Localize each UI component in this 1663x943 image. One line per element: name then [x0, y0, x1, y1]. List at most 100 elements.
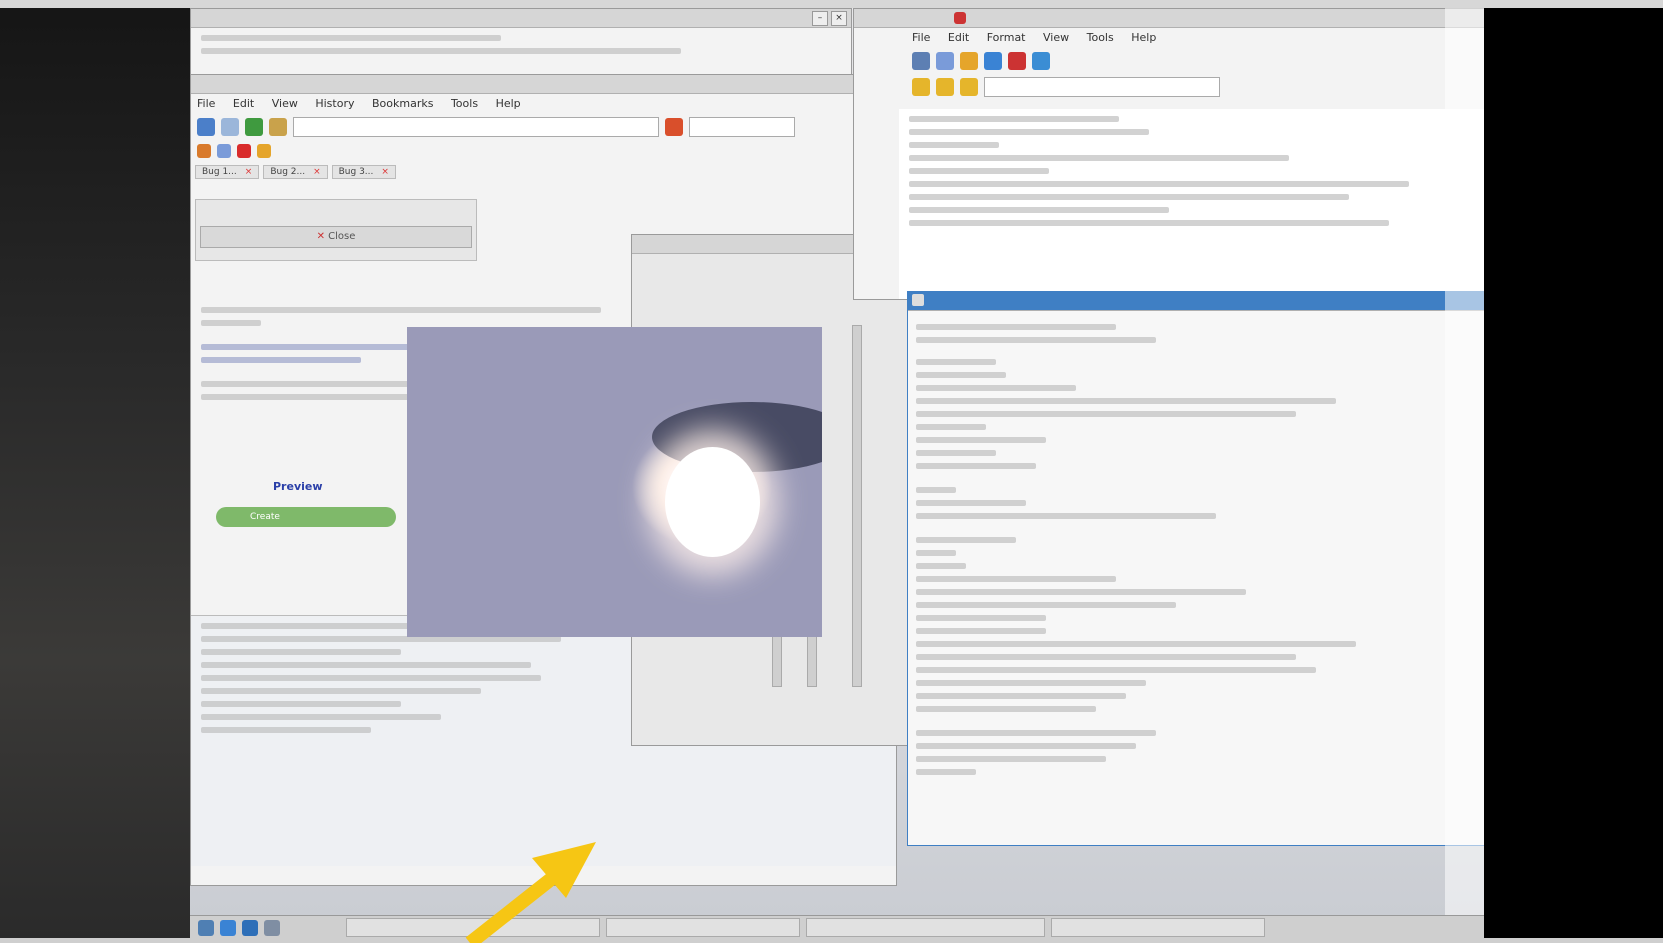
text-placeholder	[909, 220, 1389, 226]
background-window-titlebar[interactable]: – ×	[191, 9, 851, 28]
pen-icon[interactable]	[1008, 52, 1026, 70]
editor-menu-view[interactable]: View	[1043, 31, 1069, 44]
editor-window[interactable]: File Edit Format View Tools Help	[853, 8, 1484, 300]
menu-file[interactable]: File	[197, 97, 215, 110]
text-placeholder	[916, 500, 1026, 506]
link-icon[interactable]	[936, 52, 954, 70]
text-placeholder	[916, 385, 1076, 391]
tool-icon[interactable]	[960, 78, 978, 96]
text-placeholder	[916, 667, 1316, 673]
editor-menu-format[interactable]: Format	[987, 31, 1026, 44]
text-placeholder	[201, 394, 411, 400]
taskbar-item[interactable]	[806, 918, 1045, 937]
forward-icon[interactable]	[221, 118, 239, 136]
left-border	[0, 0, 190, 943]
taskbar-item[interactable]	[606, 918, 800, 937]
star-icon[interactable]	[665, 118, 683, 136]
text-placeholder	[916, 615, 1046, 621]
text-placeholder	[916, 769, 976, 775]
text-placeholder	[916, 372, 1006, 378]
globe-icon[interactable]	[984, 52, 1002, 70]
bookmark-icon[interactable]	[217, 144, 231, 158]
bookmark-icon[interactable]	[237, 144, 251, 158]
home-icon[interactable]	[269, 118, 287, 136]
editor-menu-edit[interactable]: Edit	[948, 31, 969, 44]
bookmarks-toolbar	[191, 140, 896, 162]
back-icon[interactable]	[197, 118, 215, 136]
text-placeholder	[201, 701, 401, 707]
search-input[interactable]	[689, 117, 795, 137]
tab-3[interactable]: Bug 3... ×	[331, 165, 396, 179]
editor-toolbar-2	[854, 74, 1484, 100]
editor-text-area[interactable]	[899, 109, 1484, 299]
files-icon[interactable]	[264, 919, 280, 936]
create-button[interactable]: Create	[216, 507, 396, 527]
right-border	[1484, 0, 1663, 943]
text-placeholder	[916, 359, 996, 365]
text-placeholder	[916, 463, 1036, 469]
volume-slider[interactable]	[852, 325, 862, 687]
tool-icon[interactable]	[936, 78, 954, 96]
terminal-titlebar[interactable]	[908, 292, 1484, 311]
text-placeholder	[916, 641, 1356, 647]
save-icon[interactable]	[912, 52, 930, 70]
text-placeholder	[916, 628, 1046, 634]
link-placeholder[interactable]	[201, 344, 411, 350]
style-select[interactable]	[984, 77, 1220, 97]
text-placeholder	[909, 207, 1169, 213]
firefox-titlebar[interactable]: – ×	[191, 75, 896, 94]
overexposed-region	[1445, 8, 1484, 923]
close-icon[interactable]: ×	[831, 11, 847, 26]
globe-icon[interactable]	[242, 919, 258, 936]
text-placeholder	[916, 424, 986, 430]
terminal-icon	[912, 294, 924, 306]
text-placeholder	[201, 381, 411, 387]
tab-label: Bug 2...	[270, 167, 306, 177]
tab-1[interactable]: Bug 1... ×	[195, 165, 260, 179]
url-bar[interactable]	[293, 117, 659, 137]
menu-bookmarks[interactable]: Bookmarks	[372, 97, 433, 110]
text-placeholder	[201, 688, 481, 694]
close-icon[interactable]: ×	[313, 167, 321, 177]
tab-2[interactable]: Bug 2... ×	[263, 165, 328, 179]
dialog-close-button[interactable]: ✕ Close	[200, 226, 472, 248]
text-placeholder	[201, 35, 501, 41]
bookmark-icon[interactable]	[197, 144, 211, 158]
browser-icon[interactable]	[220, 919, 236, 936]
editor-menu-file[interactable]: File	[912, 31, 930, 44]
menu-history[interactable]: History	[315, 97, 354, 110]
close-icon[interactable]: ×	[245, 167, 253, 177]
menu-view[interactable]: View	[272, 97, 298, 110]
close-icon[interactable]: ×	[381, 167, 389, 177]
minimize-icon[interactable]: –	[812, 11, 828, 26]
background-window[interactable]: – ×	[190, 8, 852, 80]
text-placeholder	[916, 411, 1296, 417]
text-placeholder	[916, 450, 996, 456]
terminal-window[interactable]	[907, 291, 1484, 846]
taskbar-item[interactable]	[346, 918, 600, 937]
editor-titlebar[interactable]	[854, 9, 1484, 28]
reload-icon[interactable]	[245, 118, 263, 136]
text-placeholder	[916, 756, 1106, 762]
taskbar-item[interactable]	[1051, 918, 1265, 937]
tab-label: Bug 3...	[338, 167, 374, 177]
text-placeholder	[916, 398, 1336, 404]
editor-menu-help[interactable]: Help	[1131, 31, 1156, 44]
text-placeholder	[909, 155, 1289, 161]
text-placeholder	[909, 194, 1349, 200]
menu-edit[interactable]: Edit	[233, 97, 254, 110]
launcher-icon[interactable]	[198, 919, 214, 936]
bookmark-icon[interactable]	[257, 144, 271, 158]
tool-icon[interactable]	[912, 78, 930, 96]
editor-menu-tools[interactable]: Tools	[1087, 31, 1114, 44]
text-placeholder	[916, 743, 1136, 749]
text-placeholder	[916, 730, 1156, 736]
menu-tools[interactable]: Tools	[451, 97, 478, 110]
link-placeholder[interactable]	[201, 357, 361, 363]
top-border	[0, 0, 1663, 8]
editor-toolbar	[854, 48, 1484, 74]
bookmark-icon[interactable]	[1032, 52, 1050, 70]
image-icon[interactable]	[960, 52, 978, 70]
menu-help[interactable]: Help	[496, 97, 521, 110]
text-placeholder	[916, 337, 1156, 343]
